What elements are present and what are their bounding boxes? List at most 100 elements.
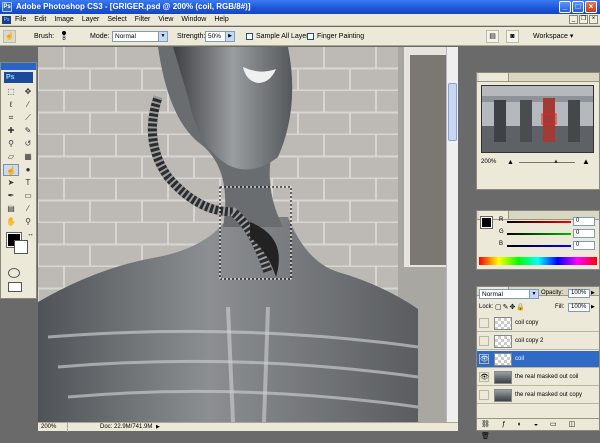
marquee-tool-icon[interactable]: ⬚ [3,86,19,98]
window-title: Adobe Photoshop CS3 - [GRIGER.psd @ 200%… [16,2,251,11]
photoshop-app-icon[interactable]: Ps [2,2,12,12]
menu-layer[interactable]: Layer [82,14,100,26]
gradient-tool-icon[interactable]: ▦ [20,151,36,163]
lock-label: Lock: [479,304,494,310]
green-value-input[interactable]: 0 [573,229,595,238]
type-tool-icon[interactable]: T [20,177,36,189]
panel-dock: 200% ▲ ▲ ▲ R G B 0 0 0 Normal ▼ Opacity:… [458,47,600,440]
dodge-tool-icon[interactable]: ● [20,164,36,176]
layer-list: coil copy coil copy 2 👁 coil 👁 the real maske… [477,315,599,415]
layer-row[interactable]: 👁 the real masked out coil [477,369,599,386]
shape-tool-icon[interactable]: ▭ [20,190,36,202]
hand-tool-icon[interactable]: ✋ [3,216,19,228]
lasso-tool-icon[interactable]: ℓ [3,99,19,111]
green-label: G [499,229,504,235]
menu-file[interactable]: File [15,14,26,26]
doc-minimize-button[interactable]: _ [569,15,578,24]
tools-panel-header[interactable] [1,63,36,70]
sample-all-layers-label: Sample All Layers [256,33,313,40]
history-brush-icon[interactable]: ↺ [20,138,36,150]
menu-filter[interactable]: Filter [135,14,151,26]
red-slider[interactable] [507,218,571,226]
layer-visibility-eye-icon[interactable] [479,318,489,328]
opacity-input[interactable]: 100% [568,289,590,298]
slice-tool-icon[interactable]: ⟋ [20,112,36,124]
finger-painting-label: Finger Painting [317,33,365,40]
navigator-zoom-value[interactable]: 200% [481,159,496,165]
strength-input[interactable]: 50% ▶ [205,31,235,42]
menu-select[interactable]: Select [107,14,126,26]
layer-name: the real masked out copy [515,392,583,398]
lock-options-icons[interactable]: ▢✎✥🔒 [495,303,526,311]
menu-help[interactable]: Help [214,14,228,26]
zoom-slider-handle-icon[interactable]: ▲ [553,159,559,165]
menu-image[interactable]: Image [54,14,73,26]
navigator-thumbnail[interactable] [481,85,594,153]
chevron-right-icon: ▶ [225,32,234,41]
document-icon[interactable]: Ps [2,16,11,24]
brush-palette-icon[interactable]: ▤ [486,30,499,43]
zoom-in-icon[interactable]: ▲ [582,157,590,166]
move-tool-icon[interactable]: ✥ [20,86,36,98]
quick-mask-icon[interactable] [8,268,20,278]
fill-arrow-icon[interactable]: ▶ [591,304,595,310]
crop-tool-icon[interactable]: ⌗ [3,112,19,124]
eyedropper-icon[interactable]: ⁄ [20,203,36,215]
path-selection-icon[interactable]: ➤ [3,177,19,189]
finger-painting-checkbox[interactable] [307,33,314,40]
color-foreground-swatch[interactable] [480,216,493,229]
screen-mode-icon[interactable] [8,282,22,292]
clone-stamp-icon[interactable]: ⚲ [3,138,19,150]
layer-row[interactable]: the real masked out copy [477,387,599,404]
magic-wand-icon[interactable]: ⁄ [20,99,36,111]
doc-restore-button[interactable]: ❐ [579,15,588,24]
scrollbar-thumb[interactable] [448,83,457,141]
pen-tool-icon[interactable]: ✒ [3,190,19,202]
blend-mode-select[interactable]: Normal ▼ [479,289,539,299]
mode-select[interactable]: Normal ▼ [112,31,168,42]
smudge-tool-preset-icon[interactable]: ☝ [3,30,16,43]
minimize-button[interactable]: _ [559,1,571,13]
fill-input[interactable]: 100% [568,303,590,312]
strength-label: Strength: [177,33,206,40]
menu-window[interactable]: Window [181,14,206,26]
brush-tool-icon[interactable]: ✎ [20,125,36,137]
blue-slider[interactable] [507,242,571,250]
smudge-tool-icon[interactable]: ☝ [3,164,19,176]
navigator-tabs[interactable] [477,73,599,82]
background-color-swatch[interactable] [14,240,28,254]
layer-row[interactable]: coil copy [477,315,599,332]
zoom-out-icon[interactable]: ▲ [507,159,514,166]
green-slider[interactable] [507,230,571,238]
layer-visibility-eye-icon[interactable]: 👁 [479,354,489,364]
layers-panel-footer-icons[interactable]: ⛓ ƒ ◐ ◒ ▭ ◫ 🗑 [477,418,599,440]
zoom-tool-icon[interactable]: ⚲ [20,216,36,228]
red-value-input[interactable]: 0 [573,217,595,226]
swap-colors-icon[interactable]: ↔ [27,231,34,238]
sample-all-layers-checkbox[interactable] [246,33,253,40]
notes-tool-icon[interactable]: ▤ [3,203,19,215]
document-canvas[interactable] [38,47,446,422]
layer-row[interactable]: coil copy 2 [477,333,599,350]
go-to-bridge-icon[interactable]: ◙ [506,30,519,43]
blend-mode-value: Normal [482,291,503,298]
eraser-tool-icon[interactable]: ▱ [3,151,19,163]
blue-value-input[interactable]: 0 [573,241,595,250]
doc-close-button[interactable]: × [589,15,598,24]
brush-size-value: 8 [62,36,66,42]
menu-edit[interactable]: Edit [34,14,46,26]
healing-brush-icon[interactable]: ✚ [3,125,19,137]
maximize-button[interactable]: □ [572,1,584,13]
workspace-menu[interactable]: Workspace ▾ [530,27,576,46]
layer-visibility-eye-icon[interactable] [479,390,489,400]
vertical-scrollbar[interactable] [446,47,458,422]
menu-view[interactable]: View [158,14,173,26]
layer-row[interactable]: 👁 coil [477,351,599,368]
navigator-zoom-slider[interactable] [519,162,575,163]
layer-visibility-eye-icon[interactable]: 👁 [479,372,489,382]
brush-preset-picker[interactable]: 8 [58,30,70,43]
close-button[interactable]: × [585,1,597,13]
color-spectrum-ramp[interactable] [479,257,597,265]
layer-visibility-eye-icon[interactable] [479,336,489,346]
opacity-arrow-icon[interactable]: ▶ [591,290,595,296]
